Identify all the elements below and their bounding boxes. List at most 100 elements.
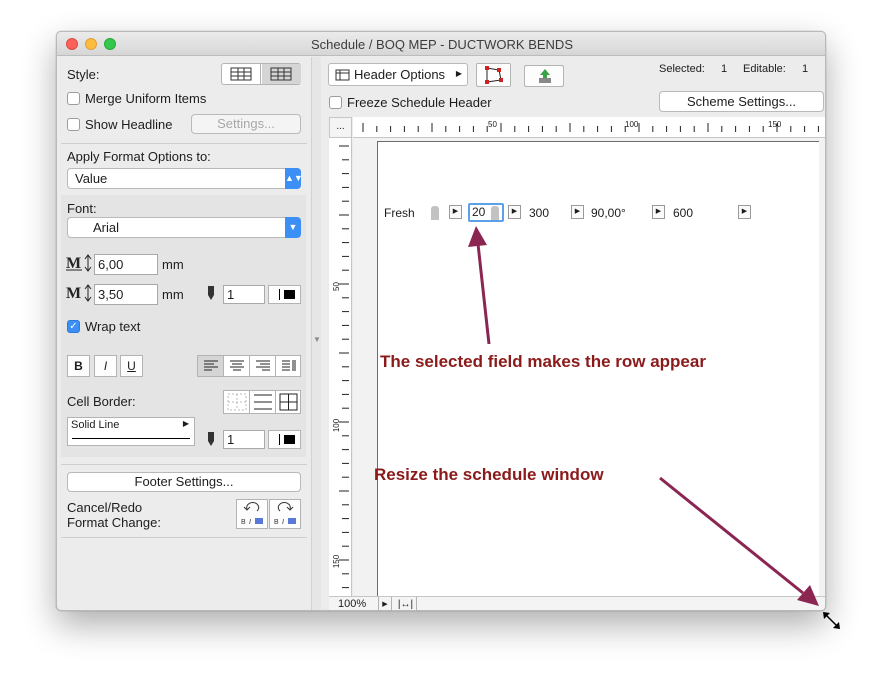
show-headline-label: Show Headline: [85, 117, 173, 132]
wrap-text-label: Wrap text: [85, 319, 141, 334]
zoom-level[interactable]: 100%: [338, 598, 366, 610]
cell-arrow-button[interactable]: ▶: [449, 205, 462, 219]
border-none-icon[interactable]: [224, 391, 250, 413]
format-panel: Style: Merge Uniform Items Show Headline…: [57, 57, 311, 610]
ruler-corner[interactable]: ...: [329, 117, 352, 138]
align-center-icon[interactable]: [224, 356, 250, 376]
undo-arrow-icon: BI: [241, 502, 263, 526]
svg-text:M: M: [66, 255, 81, 272]
ruler-v-label-100: 100: [332, 418, 342, 433]
scheme-settings-button[interactable]: Scheme Settings...: [659, 91, 824, 112]
line-type-preview: [72, 438, 190, 439]
cell-300[interactable]: 300: [529, 206, 549, 220]
svg-text:I: I: [282, 519, 284, 526]
export-button[interactable]: [524, 65, 564, 87]
show-headline-checkbox[interactable]: [67, 118, 80, 131]
panel-splitter[interactable]: ▼: [311, 57, 321, 610]
ruler-h-label-50: 50: [488, 120, 497, 129]
cell-arrow-button[interactable]: ▶: [571, 205, 584, 219]
pen-color-swatch[interactable]: [268, 285, 301, 304]
updown-chevron-icon: ▲▼: [285, 168, 303, 189]
style-label: Style:: [67, 67, 100, 82]
triangle-right-icon: ▶: [182, 419, 189, 428]
border-pen-color-divider: [279, 434, 280, 445]
apply-format-select[interactable]: Value ▲▼: [67, 168, 303, 189]
export-icon: [539, 69, 551, 83]
cell-angle[interactable]: 90,00°: [591, 206, 626, 220]
style-grid-a-icon[interactable]: [222, 64, 261, 84]
cell-border-segmented-control: [223, 390, 301, 414]
italic-button[interactable]: I: [94, 355, 117, 377]
schedule-canvas[interactable]: Fresh ▶ 20 ▶ 300 ▶ 90,00° ▶ 600 ▶: [353, 138, 825, 610]
underline-button[interactable]: U: [120, 355, 143, 377]
table-icon: [335, 69, 350, 81]
ruler-v-label-150: 150: [332, 554, 342, 569]
font-width-unit: mm: [162, 287, 184, 302]
align-left-icon[interactable]: [198, 356, 224, 376]
font-width-icon: M: [65, 283, 93, 303]
font-height-icon: M: [65, 253, 93, 273]
font-select[interactable]: Arial ▼: [67, 217, 301, 238]
canvas-scrollbar[interactable]: [819, 138, 825, 596]
line-type-select[interactable]: Solid Line ▶: [67, 417, 195, 446]
resize-handle-icon[interactable]: [491, 206, 499, 220]
style-segmented-control: [221, 63, 301, 85]
cell-arrow-button[interactable]: ▶: [738, 205, 751, 219]
pen-icon: [205, 285, 217, 301]
cell-fresh[interactable]: Fresh: [384, 206, 415, 220]
align-right-icon[interactable]: [250, 356, 276, 376]
footer-settings-button[interactable]: Footer Settings...: [67, 472, 301, 492]
font-value: Arial: [93, 220, 120, 235]
font-height-input[interactable]: 6,00: [94, 254, 158, 275]
font-width-input[interactable]: 3,50: [94, 284, 158, 305]
cell-border-label: Cell Border:: [67, 394, 136, 409]
fit-width-icon[interactable]: |↔|: [395, 597, 417, 610]
schedule-window: Schedule / BOQ MEP - DUCTWORK BENDS Styl…: [56, 31, 826, 611]
apply-format-value: Value: [75, 171, 108, 186]
collapse-arrow-icon[interactable]: ▼: [313, 335, 321, 344]
align-justify-icon[interactable]: [276, 356, 301, 376]
cell-arrow-button[interactable]: ▶: [652, 205, 665, 219]
svg-text:I: I: [249, 519, 251, 526]
border-all-icon[interactable]: [276, 391, 301, 413]
annotation-resize: Resize the schedule window: [374, 465, 604, 484]
editable-label: Editable:: [743, 63, 786, 75]
font-height-unit: mm: [162, 257, 184, 272]
ruler-h-label-150: 150: [768, 120, 782, 129]
cancel-redo-label: Cancel/Redo: [67, 500, 143, 515]
alignment-segmented-control: [197, 355, 301, 377]
pen-input[interactable]: 1: [223, 285, 265, 304]
annotation-selected-field: The selected field makes the row appear: [380, 352, 706, 371]
ruler-h-label-100: 100: [625, 120, 639, 129]
selected-label: Selected:: [659, 63, 705, 75]
merge-uniform-checkbox[interactable]: [67, 92, 80, 105]
font-label: Font:: [67, 201, 97, 216]
status-bar: 100% ▶ |↔|: [329, 596, 825, 610]
horizontal-ruler: 50 100 150: [353, 117, 825, 138]
freeze-header-checkbox[interactable]: [329, 96, 342, 109]
redo-arrow-icon: BI: [274, 502, 296, 526]
triangle-right-icon: ▶: [455, 69, 462, 78]
header-options-label: Header Options: [354, 67, 446, 82]
cell-arrow-button[interactable]: ▶: [508, 205, 521, 219]
cell-600[interactable]: 600: [673, 206, 693, 220]
bold-button[interactable]: B: [67, 355, 90, 377]
border-horizontal-icon[interactable]: [250, 391, 276, 413]
zoom-menu-button[interactable]: ▶: [378, 597, 392, 610]
apply-format-label: Apply Format Options to:: [67, 149, 211, 164]
format-change-label: Format Change:: [67, 515, 161, 530]
wrap-text-checkbox[interactable]: ✓: [67, 320, 80, 333]
style-grid-b-icon[interactable]: [262, 64, 301, 84]
svg-text:B: B: [241, 519, 246, 526]
border-pen-color-swatch[interactable]: [268, 430, 301, 449]
settings-button[interactable]: Settings...: [191, 114, 301, 134]
pen-color-swatch-fill: [284, 290, 295, 299]
redo-format-button[interactable]: BI: [269, 499, 301, 529]
header-options-button[interactable]: Header Options ▶: [328, 63, 468, 86]
svg-text:M: M: [66, 285, 81, 302]
select-handles-button[interactable]: [476, 63, 511, 87]
resize-handle-icon[interactable]: [431, 206, 439, 220]
title-bar[interactable]: Schedule / BOQ MEP - DUCTWORK BENDS: [57, 32, 825, 56]
border-pen-input[interactable]: 1: [223, 430, 265, 449]
undo-format-button[interactable]: BI: [236, 499, 268, 529]
